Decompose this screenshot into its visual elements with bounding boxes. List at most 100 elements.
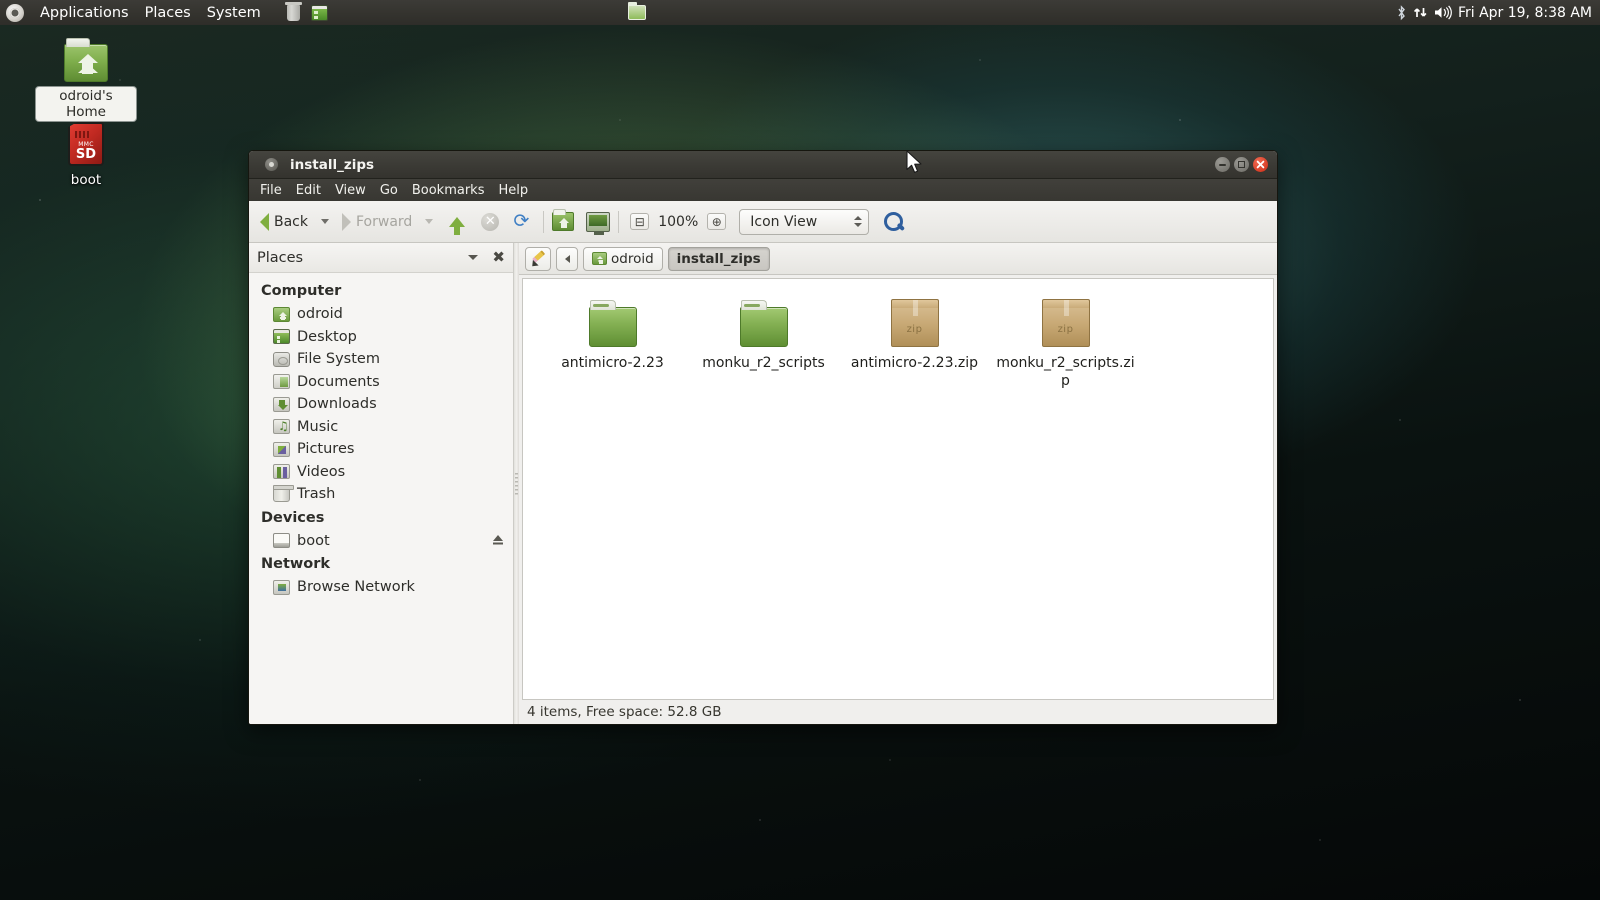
terminal-launcher[interactable] [309,3,331,23]
back-button[interactable]: Back [255,210,313,234]
sidebar-item-label: File System [297,351,380,367]
archive-badge-label: zip [907,324,923,335]
trash-icon [273,487,290,502]
sd-card-icon: MMC SD [68,122,104,166]
file-manager-window: install_zips File Edit View Go Bookmarks… [248,150,1278,725]
file-item[interactable]: antimicro-2.23 [537,291,688,398]
terminal-icon [311,5,328,21]
breadcrumb-odroid[interactable]: odroid [583,247,663,271]
forward-label: Forward [356,214,412,230]
panel-menu-system[interactable]: System [199,3,269,23]
desktop-icon [273,329,290,344]
home-icon [592,252,607,265]
menu-bookmarks[interactable]: Bookmarks [405,181,492,200]
home-icon[interactable] [552,212,574,231]
window-controls [1215,157,1271,172]
menu-help[interactable]: Help [491,181,535,200]
computer-display-icon[interactable] [586,212,610,232]
home-folder-icon [64,44,108,82]
sidebar-item-label: Pictures [297,441,354,457]
back-history-dropdown-icon[interactable] [321,219,329,224]
arrow-up-icon[interactable] [449,217,465,227]
videos-folder-icon [273,464,290,479]
sidebar-item-trash[interactable]: Trash [249,483,513,506]
minimize-button[interactable] [1215,157,1230,172]
forward-button[interactable]: Forward [337,210,417,234]
menu-edit[interactable]: Edit [289,181,328,200]
breadcrumb-label: install_zips [677,251,761,267]
splitter-grip-icon [515,473,518,495]
places-header: Places ✖ [249,243,513,273]
toolbar: Back Forward ✕ ⟳ ⊟ 100% ⊕ Icon View [249,201,1277,243]
sidebar-item-label: Music [297,419,338,435]
places-group-network: Network [249,552,513,576]
sidebar-item-label: odroid [297,306,343,322]
menu-view[interactable]: View [328,181,373,200]
sidebar-item-odroid[interactable]: odroid [249,303,513,326]
stop-icon[interactable]: ✕ [481,213,499,231]
sidebar-item-downloads[interactable]: Downloads [249,393,513,416]
file-item[interactable]: zip monku_r2_scripts.zip [990,291,1141,398]
desktop-icon-label: odroid's Home [36,87,136,121]
clock[interactable]: Fri Apr 19, 8:38 AM [1458,5,1592,21]
window-body: Places ✖ Computer odroid Desktop File Sy… [249,243,1277,724]
volume-icon[interactable] [1434,5,1452,20]
sidebar-item-label: boot [297,533,330,549]
documents-folder-icon [273,374,290,389]
trash-launcher[interactable] [283,3,305,23]
pencil-icon [530,251,546,267]
chevron-down-icon[interactable] [468,255,478,260]
zoom-in-button[interactable]: ⊕ [707,213,726,230]
file-item[interactable]: monku_r2_scripts [688,291,839,398]
harddisk-icon [273,352,290,367]
sidebar-item-label: Documents [297,374,380,390]
close-icon[interactable]: ✖ [492,250,505,265]
breadcrumb-install-zips[interactable]: install_zips [668,247,770,271]
sidebar-item-file-system[interactable]: File System [249,348,513,371]
taskbar-window-button[interactable] [626,3,648,22]
sidebar-item-music[interactable]: Music [249,416,513,439]
menu-go[interactable]: Go [373,181,405,200]
main-pane: odroid install_zips antimicro-2.23 monku… [519,243,1277,724]
chevron-left-icon [565,255,570,263]
file-name: monku_r2_scripts.zip [993,355,1138,390]
menu-file[interactable]: File [253,181,289,200]
toolbar-separator [618,211,619,233]
file-list-view[interactable]: antimicro-2.23 monku_r2_scripts zip anti… [522,278,1274,700]
breadcrumb-scroll-left-button[interactable] [556,247,578,271]
drive-icon [273,533,290,548]
panel-menu-places[interactable]: Places [137,3,199,23]
panel-menu-applications[interactable]: Applications [32,3,137,23]
window-titlebar[interactable]: install_zips [249,151,1277,179]
reload-icon[interactable]: ⟳ [513,212,529,231]
desktop-icon-label: boot [66,171,106,189]
maximize-button[interactable] [1234,157,1249,172]
places-sidebar: Places ✖ Computer odroid Desktop File Sy… [249,243,514,724]
folder-icon [628,5,646,20]
sidebar-item-documents[interactable]: Documents [249,371,513,394]
forward-history-dropdown-icon[interactable] [425,219,433,224]
sidebar-item-label: Trash [297,486,335,502]
eject-icon[interactable] [491,533,505,549]
view-mode-select[interactable]: Icon View [739,209,869,235]
file-item[interactable]: zip antimicro-2.23.zip [839,291,990,398]
desktop-icon-boot[interactable]: MMC SD boot [36,122,136,189]
zoom-out-button[interactable]: ⊟ [630,213,649,230]
bluetooth-icon[interactable] [1396,5,1407,21]
network-folder-icon [273,580,290,595]
sidebar-item-pictures[interactable]: Pictures [249,438,513,461]
file-name: monku_r2_scripts [702,355,825,373]
network-updown-icon[interactable] [1413,5,1428,20]
edit-location-button[interactable] [525,247,551,271]
sidebar-item-boot[interactable]: boot [249,530,513,553]
places-list: Computer odroid Desktop File System Docu… [249,273,513,724]
sidebar-item-videos[interactable]: Videos [249,461,513,484]
desktop-icon-odroids-home[interactable]: odroid's Home [36,44,136,121]
window-menu-icon[interactable] [265,158,278,171]
sidebar-item-browse-network[interactable]: Browse Network [249,576,513,599]
close-button[interactable] [1253,157,1268,172]
search-icon[interactable] [883,211,905,233]
sidebar-item-desktop[interactable]: Desktop [249,326,513,349]
ubuntu-logo-icon[interactable] [6,4,24,22]
music-folder-icon [273,419,290,434]
